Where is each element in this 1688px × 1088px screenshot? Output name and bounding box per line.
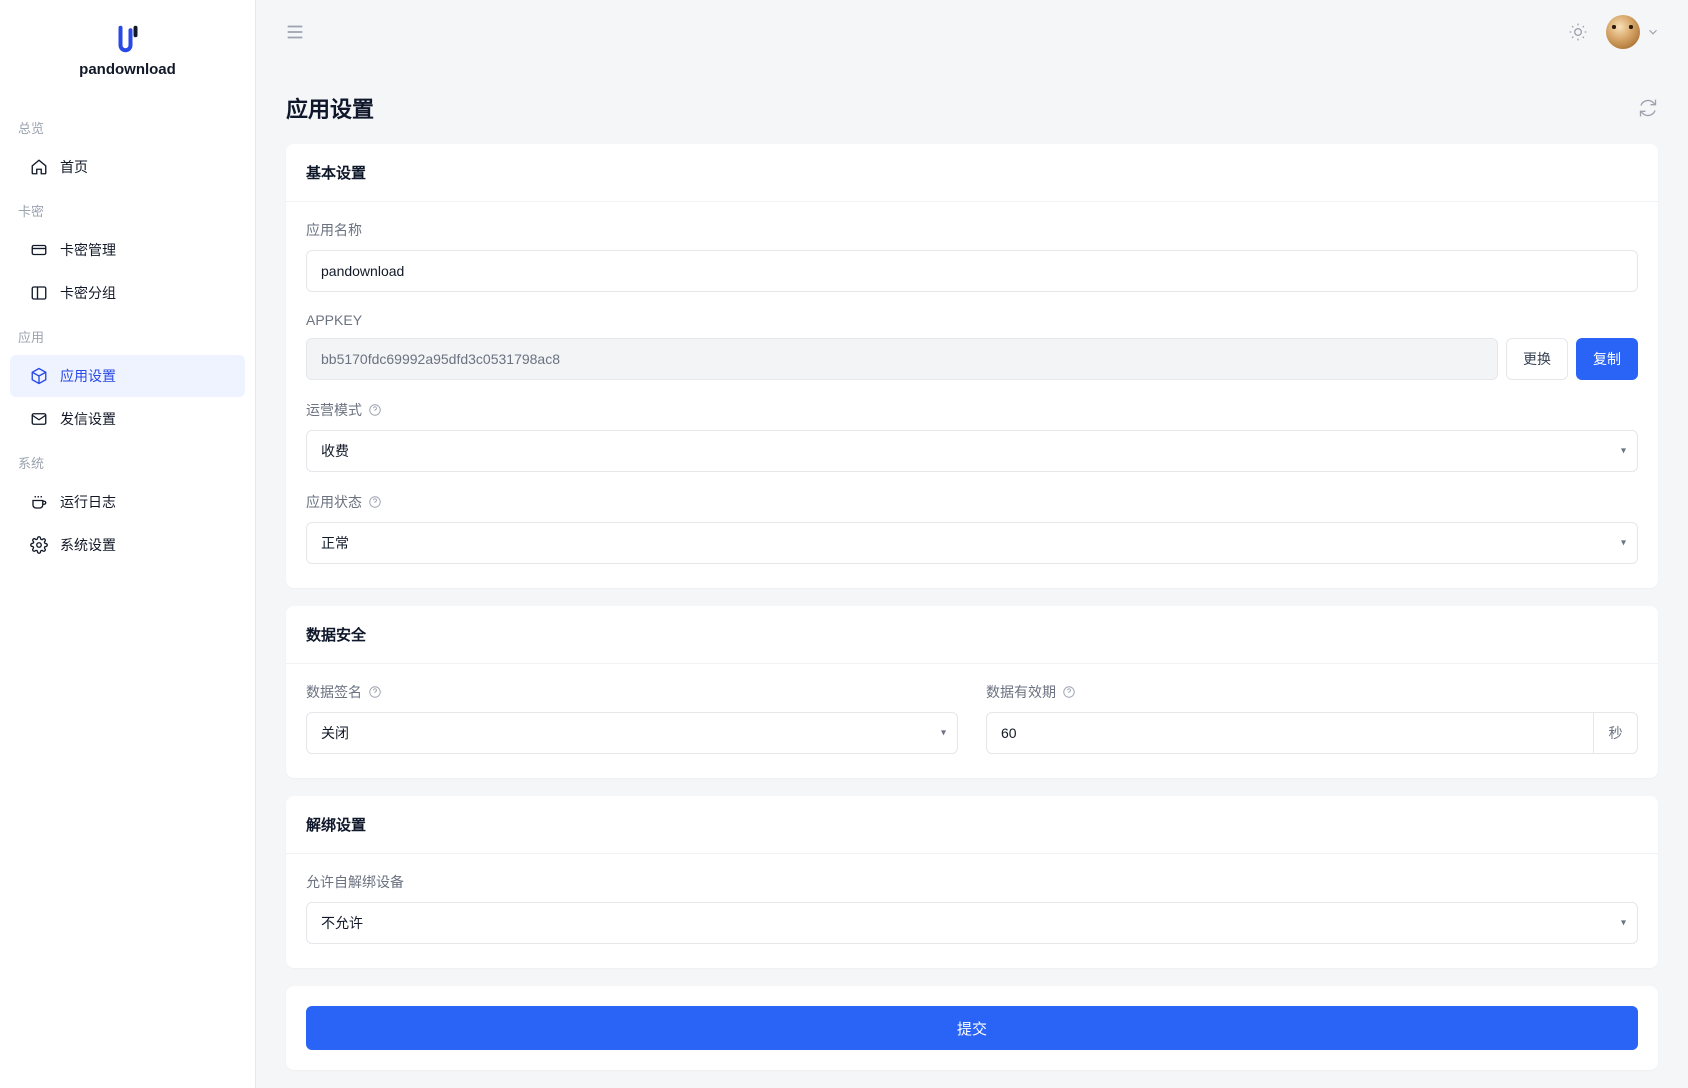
- theme-toggle-button[interactable]: [1568, 22, 1588, 42]
- sidebar-item-label: 卡密管理: [60, 240, 116, 260]
- user-menu[interactable]: [1606, 15, 1660, 49]
- refresh-button[interactable]: [1638, 98, 1658, 118]
- section-title: 基本设置: [286, 144, 1658, 202]
- appkey-label: APPKEY: [306, 312, 1638, 328]
- sidebar-item-label: 系统设置: [60, 535, 116, 555]
- ttl-label: 数据有效期: [986, 682, 1056, 702]
- mail-icon: [30, 410, 48, 428]
- chevron-down-icon: [1646, 25, 1660, 39]
- regen-appkey-button[interactable]: 更换: [1506, 338, 1568, 380]
- sidebar-item-label: 应用设置: [60, 366, 116, 386]
- app-status-select[interactable]: 正常: [306, 522, 1638, 564]
- submit-button[interactable]: 提交: [306, 1006, 1638, 1050]
- topbar: [256, 0, 1688, 64]
- section-title: 数据安全: [286, 606, 1658, 664]
- app-status-label: 应用状态: [306, 492, 362, 512]
- brand-logo: [113, 24, 143, 54]
- nav-group-system: 系统: [0, 441, 255, 480]
- app-name-input[interactable]: [306, 250, 1638, 292]
- sidebar: pandownload 总览 首页 卡密 卡密管理 卡密分组 应用: [0, 0, 256, 1088]
- brand-name: pandownload: [0, 61, 255, 78]
- copy-appkey-button[interactable]: 复制: [1576, 338, 1638, 380]
- sidebar-toggle-button[interactable]: [284, 21, 306, 43]
- sidebar-item-app-settings[interactable]: 应用设置: [10, 355, 245, 397]
- op-mode-select[interactable]: 收费: [306, 430, 1638, 472]
- appkey-input: [306, 338, 1498, 380]
- brand: pandownload: [0, 0, 255, 98]
- card-icon: [30, 241, 48, 259]
- columns-icon: [30, 284, 48, 302]
- help-icon: [1062, 685, 1076, 699]
- help-icon: [368, 495, 382, 509]
- sign-label: 数据签名: [306, 682, 362, 702]
- sidebar-item-mail-settings[interactable]: 发信设置: [10, 398, 245, 440]
- sign-select[interactable]: 关闭: [306, 712, 958, 754]
- sidebar-item-logs[interactable]: 运行日志: [10, 481, 245, 523]
- sidebar-item-card-group[interactable]: 卡密分组: [10, 272, 245, 314]
- ttl-suffix: 秒: [1594, 712, 1638, 754]
- home-icon: [30, 158, 48, 176]
- coffee-icon: [30, 493, 48, 511]
- sidebar-item-system-settings[interactable]: 系统设置: [10, 524, 245, 566]
- section-unbind: 解绑设置 允许自解绑设备 不允许 ▾: [286, 796, 1658, 968]
- help-icon: [368, 685, 382, 699]
- allow-unbind-select[interactable]: 不允许: [306, 902, 1638, 944]
- section-submit: 提交: [286, 986, 1658, 1070]
- sidebar-item-label: 发信设置: [60, 409, 116, 429]
- op-mode-label: 运营模式: [306, 400, 362, 420]
- allow-unbind-label: 允许自解绑设备: [306, 872, 1638, 892]
- ttl-input[interactable]: [986, 712, 1594, 754]
- section-security: 数据安全 数据签名 关闭 ▾: [286, 606, 1658, 778]
- content: 应用设置 基本设置 应用名称 APPKEY 更换 复制: [256, 64, 1688, 1088]
- page-title: 应用设置: [286, 92, 374, 124]
- avatar: [1606, 15, 1640, 49]
- nav-group-cards: 卡密: [0, 189, 255, 228]
- app-name-label: 应用名称: [306, 220, 1638, 240]
- sidebar-item-label: 运行日志: [60, 492, 116, 512]
- section-title: 解绑设置: [286, 796, 1658, 854]
- gear-icon: [30, 536, 48, 554]
- section-basic: 基本设置 应用名称 APPKEY 更换 复制 运营模式: [286, 144, 1658, 588]
- cube-icon: [30, 367, 48, 385]
- help-icon: [368, 403, 382, 417]
- nav-group-app: 应用: [0, 315, 255, 354]
- sidebar-item-home[interactable]: 首页: [10, 146, 245, 188]
- nav-group-overview: 总览: [0, 106, 255, 145]
- sidebar-item-label: 首页: [60, 157, 88, 177]
- main: 应用设置 基本设置 应用名称 APPKEY 更换 复制: [256, 0, 1688, 1088]
- sidebar-nav: 总览 首页 卡密 卡密管理 卡密分组 应用 应用设置: [0, 98, 255, 1088]
- sidebar-item-label: 卡密分组: [60, 283, 116, 303]
- sidebar-item-card-manage[interactable]: 卡密管理: [10, 229, 245, 271]
